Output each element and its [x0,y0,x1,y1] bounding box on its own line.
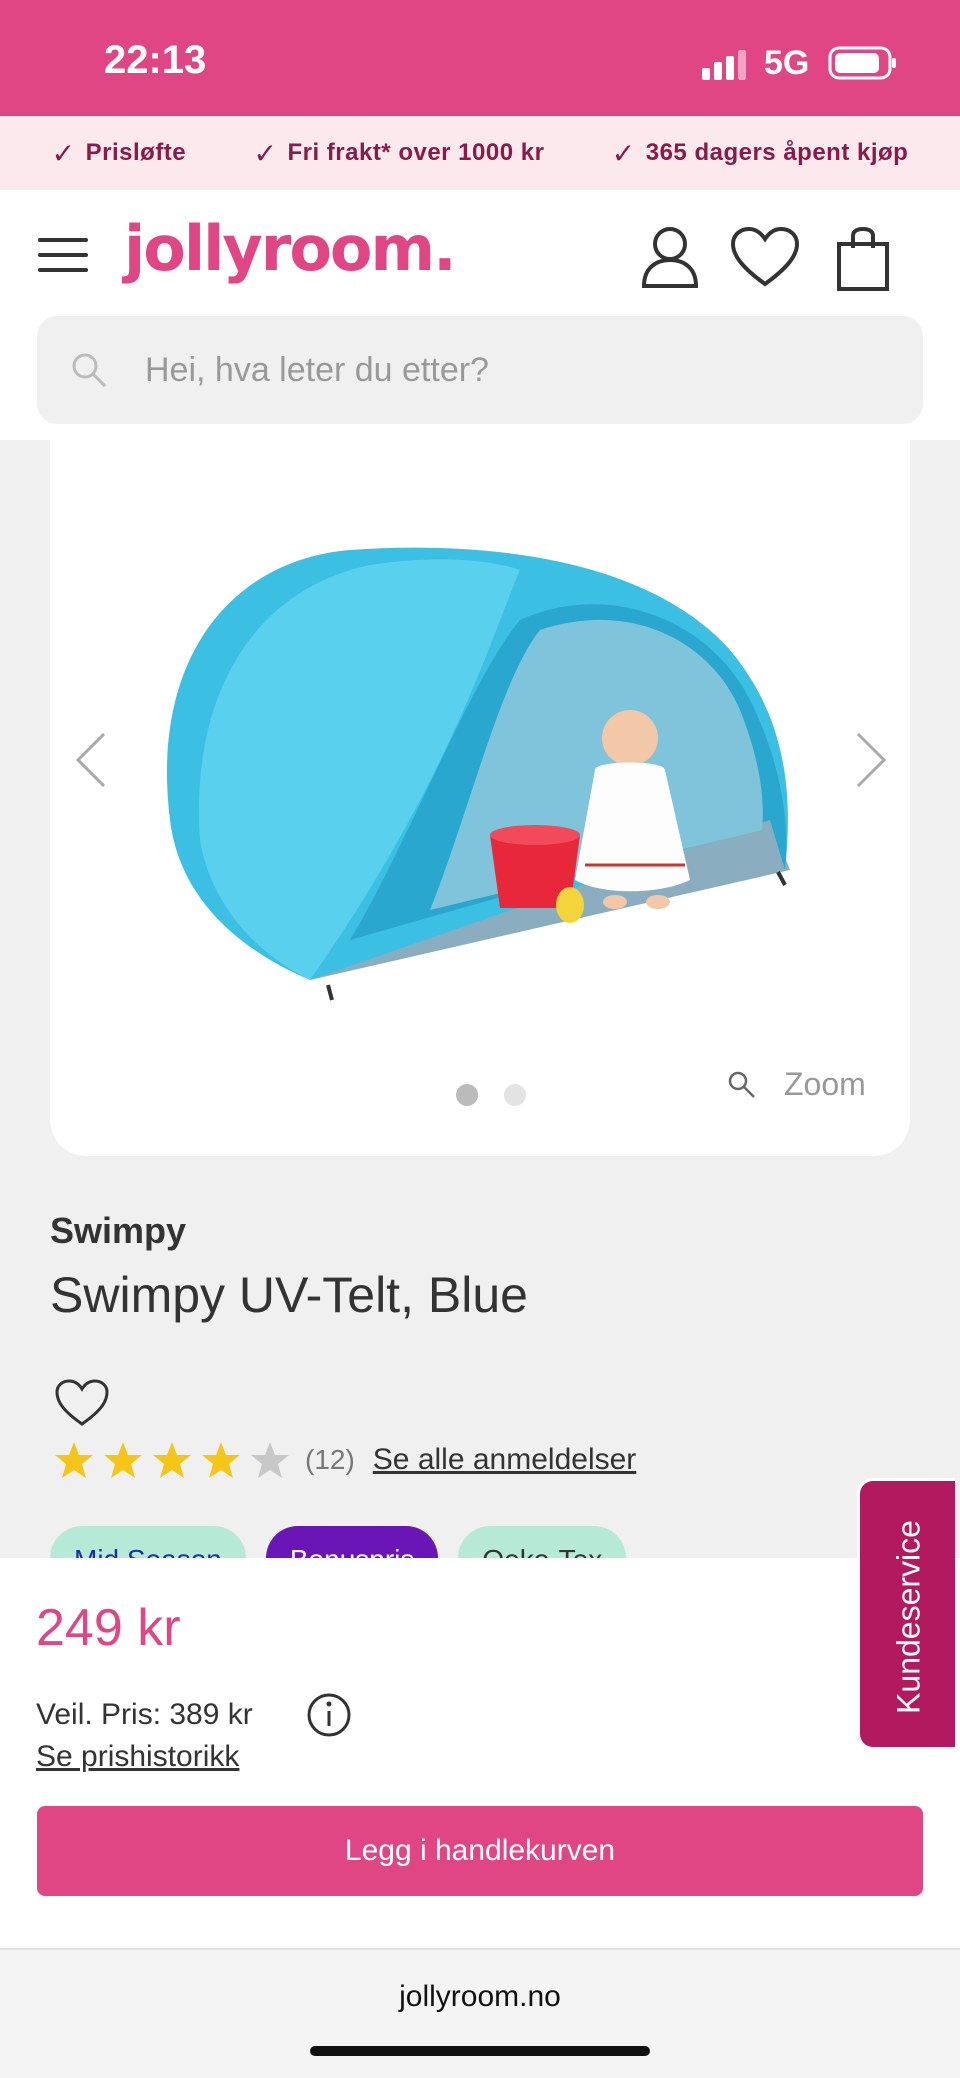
prev-image-arrow[interactable] [72,730,112,790]
customer-service-label: Kundeservice [890,1520,927,1714]
check-icon: ✓ [611,137,636,169]
star-icon [153,1442,191,1478]
search-icon [72,353,107,388]
battery-icon [828,46,896,80]
url-text[interactable]: jollyroom.no [0,1980,960,2014]
network-label: 5G [764,44,810,82]
status-bar: 22:13 5G [0,0,960,116]
zoom-button[interactable]: Zoom [726,1066,866,1103]
info-icon[interactable] [306,1692,352,1738]
account-icon[interactable] [640,226,700,288]
tag-mid-season[interactable]: Mid Season [50,1526,246,1558]
magnifier-icon [728,1071,755,1098]
search-input[interactable]: Hei, hva leter du etter? [37,316,923,424]
tag-bonuspris[interactable]: Bonuspris [265,1526,439,1558]
home-indicator[interactable] [310,2046,650,2056]
price-history-link[interactable]: Se prishistorikk [36,1740,239,1774]
status-time: 22:13 [104,38,207,82]
next-image-arrow[interactable] [850,730,890,790]
product-brand[interactable]: Swimpy [50,1210,186,1252]
review-count: (12) [305,1444,355,1475]
usp-item: ✓ Prisløfte [51,137,187,169]
product-gallery[interactable]: Zoom [50,440,910,1156]
product-image[interactable] [50,440,910,1040]
gallery-pagination [456,1084,526,1106]
zoom-label: Zoom [784,1066,866,1102]
price-panel: 249 kr Veil. Pris: 389 kr Se prishistori… [0,1558,960,1948]
menu-icon[interactable] [38,238,88,272]
wishlist-heart-icon[interactable] [730,226,800,288]
tag-oeko-tex[interactable]: Oeko-Tex [458,1526,627,1558]
star-icon [55,1442,93,1478]
gallery-dot[interactable] [456,1084,478,1106]
browser-url-bar[interactable]: jollyroom.no [0,1948,960,2078]
favorite-heart-icon[interactable] [54,1378,110,1428]
check-icon: ✓ [51,137,76,169]
recommended-price: Veil. Pris: 389 kr [36,1698,253,1731]
usp-item: ✓ Fri frakt* over 1000 kr [253,137,545,169]
site-logo[interactable]: jollyroom. [124,212,457,285]
gallery-dot[interactable] [504,1084,526,1106]
search-placeholder: Hei, hva leter du etter? [145,350,489,389]
product-price: 249 kr [36,1599,181,1657]
product-rating[interactable]: (12) Se alle anmeldelser [54,1440,636,1480]
check-icon: ✓ [253,137,278,169]
star-icon [104,1442,142,1478]
customer-service-tab[interactable]: Kundeservice [857,1478,955,1750]
all-reviews-link[interactable]: Se alle anmeldelser [373,1443,636,1477]
product-tags: Mid Season Bonuspris Oeko-Tex [50,1526,627,1558]
cart-bag-icon[interactable] [836,226,890,292]
star-empty-icon [251,1442,289,1478]
star-icon [202,1442,240,1478]
product-title: Swimpy UV-Telt, Blue [50,1267,528,1323]
add-to-cart-button[interactable]: Legg i handlekurven [37,1806,923,1896]
usp-item: ✓ 365 dagers åpent kjøp [611,137,909,169]
usp-bar: ✓ Prisløfte ✓ Fri frakt* over 1000 kr ✓ 365… [0,116,960,190]
signal-icon [702,50,746,80]
